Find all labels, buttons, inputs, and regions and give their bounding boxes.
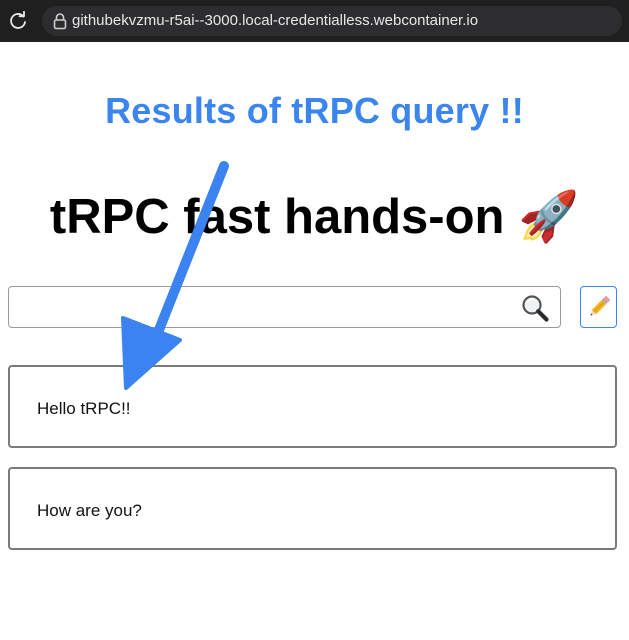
reload-icon: [10, 11, 26, 29]
search-input[interactable]: [9, 287, 509, 327]
message-card: How are you?: [8, 467, 617, 550]
reload-button[interactable]: [6, 9, 30, 33]
browser-toolbar: githubekvzmu-r5ai--3000.local-credential…: [0, 0, 629, 42]
lock-icon: [53, 13, 67, 30]
message-text: Hello tRPC!!: [37, 399, 131, 418]
url-text[interactable]: githubekvzmu-r5ai--3000.local-credential…: [72, 12, 478, 30]
edit-button[interactable]: [580, 286, 617, 328]
search-box: [8, 286, 561, 328]
page-title: tRPC fast hands-on 🚀: [49, 190, 580, 244]
pencil-icon: [590, 295, 610, 316]
message-card: Hello tRPC!!: [8, 365, 617, 448]
annotation-caption: Results of tRPC query !!: [105, 90, 524, 131]
magnifying-glass-icon[interactable]: [520, 293, 550, 323]
message-text: How are you?: [37, 501, 142, 520]
